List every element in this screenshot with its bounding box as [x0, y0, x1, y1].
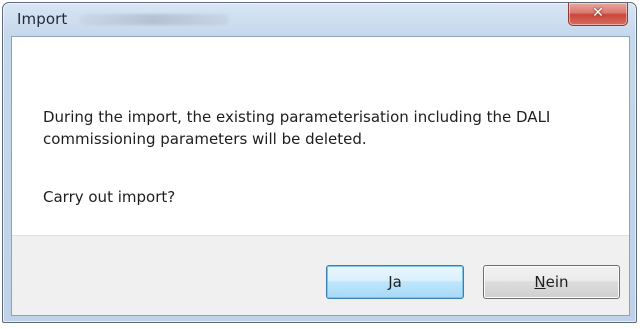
import-dialog-window: Import ✕ During the import, the existing…	[2, 2, 637, 323]
ja-button[interactable]: Ja	[326, 265, 464, 299]
title-bar[interactable]: Import ✕	[3, 3, 636, 36]
dialog-content: During the import, the existing paramete…	[11, 36, 630, 316]
close-icon: ✕	[592, 5, 604, 21]
nein-button[interactable]: Nein	[483, 265, 620, 299]
nein-button-label: ein	[545, 273, 569, 291]
message-panel: During the import, the existing paramete…	[12, 37, 629, 235]
window-title: Import	[17, 10, 68, 28]
button-panel: Ja Nein	[12, 235, 629, 315]
dialog-message: During the import, the existing paramete…	[43, 108, 551, 148]
dialog-question: Carry out import?	[43, 188, 176, 206]
close-button[interactable]: ✕	[568, 3, 628, 26]
nein-button-mnemonic: N	[534, 273, 546, 291]
blurred-title-suffix	[79, 14, 229, 25]
ja-button-label: Ja	[388, 273, 402, 291]
